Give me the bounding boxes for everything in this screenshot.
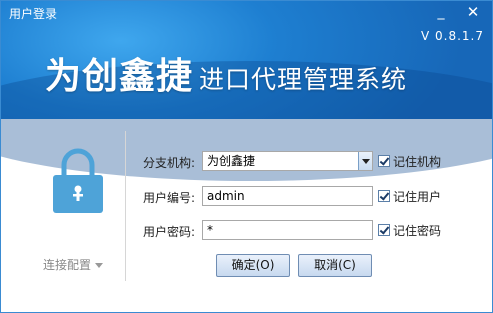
remember-branch-label: 记住机构 xyxy=(393,155,442,169)
remember-user-label: 记住用户 xyxy=(393,190,442,204)
remember-branch-checkbox[interactable] xyxy=(378,155,390,167)
connection-config-button[interactable]: 连接配置 xyxy=(43,256,104,273)
branch-label: 分支机构: xyxy=(143,156,196,170)
brand-title: 为创鑫捷 进口代理管理系统 xyxy=(45,47,407,99)
branch-value: 为创鑫捷 xyxy=(207,154,256,168)
lock-icon xyxy=(53,148,103,213)
window-title: 用户登录 xyxy=(9,7,58,21)
remember-password-checkbox[interactable] xyxy=(378,224,390,236)
branch-select[interactable]: 为创鑫捷 xyxy=(202,151,373,171)
chevron-down-icon[interactable] xyxy=(358,152,372,170)
version-label: V 0.8.1.7 xyxy=(420,29,484,43)
brand-main: 为创鑫捷 xyxy=(45,56,194,97)
divider xyxy=(125,131,126,281)
ok-button[interactable]: 确定(O) xyxy=(216,254,290,277)
user-label: 用户编号: xyxy=(143,191,196,205)
chevron-down-icon xyxy=(95,263,104,268)
minimize-button[interactable]: _ xyxy=(431,3,451,21)
user-input[interactable]: admin xyxy=(202,186,373,206)
cancel-button[interactable]: 取消(C) xyxy=(298,254,372,277)
login-window: 用户登录 _ ✕ V 0.8.1.7 为创鑫捷 进口代理管理系统 连接配置 分支机… xyxy=(0,0,493,313)
connection-config-label: 连接配置 xyxy=(43,258,92,272)
remember-user-checkbox[interactable] xyxy=(378,190,390,202)
close-button[interactable]: ✕ xyxy=(463,3,483,21)
remember-password-label: 记住密码 xyxy=(393,224,442,238)
password-label: 用户密码: xyxy=(143,225,196,239)
brand-sub: 进口代理管理系统 xyxy=(199,65,408,94)
password-input[interactable]: * xyxy=(202,220,373,240)
